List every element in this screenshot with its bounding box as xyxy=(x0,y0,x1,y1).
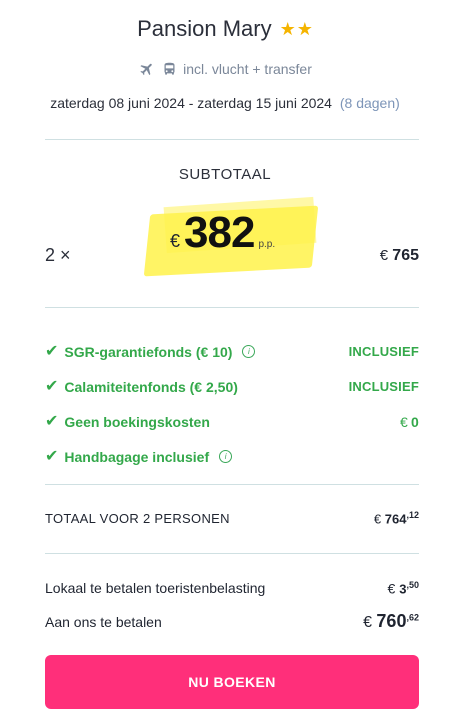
traveller-quantity: 2 × xyxy=(45,245,71,265)
tax-currency: € xyxy=(387,580,396,597)
feature-label: SGR-garantiefonds (€ 10) xyxy=(64,343,233,360)
star-rating: ★ ★ xyxy=(280,20,313,38)
total-currency: € xyxy=(373,511,382,527)
feature-calamiteitenfonds: ✔ Calamiteitenfonds (€ 2,50) INCLUSIEF xyxy=(45,369,419,404)
check-icon: ✔ xyxy=(45,412,59,430)
check-icon: ✔ xyxy=(45,342,59,360)
price-line: € 382 p.p. xyxy=(170,208,275,258)
check-icon: ✔ xyxy=(45,377,59,395)
pay-cents: 62 xyxy=(408,612,419,623)
airplane-icon xyxy=(138,61,156,77)
pay-value: € 760,62 xyxy=(363,611,419,631)
date-range: zaterdag 08 juni 2024 - zaterdag 15 juni… xyxy=(50,95,332,111)
total-label: TOTAAL VOOR 2 PERSONEN xyxy=(45,510,230,526)
book-now-button[interactable]: NU BOEKEN xyxy=(45,655,419,709)
booking-summary-card: Pansion Mary ★ ★ incl. vlucht + transfer… xyxy=(0,0,450,723)
divider xyxy=(45,484,419,485)
feature-currency: € xyxy=(400,413,408,430)
feature-label: Handbagage inclusief xyxy=(64,448,210,465)
subtotal-amount: € 765 xyxy=(380,247,419,265)
subtotal-heading: SUBTOTAAL xyxy=(178,166,272,183)
star-icon: ★ xyxy=(296,19,313,39)
divider xyxy=(45,553,419,554)
tax-label: Lokaal te betalen toeristenbelasting xyxy=(45,580,266,597)
divider xyxy=(45,139,419,140)
feature-booking-costs: ✔ Geen boekingskosten €0 xyxy=(45,404,419,439)
tourist-tax-row: Lokaal te betalen toeristenbelasting € 3… xyxy=(45,580,419,597)
feature-hand-luggage: ✔ Handbagage inclusief i xyxy=(45,439,419,474)
hotel-name: Pansion Mary xyxy=(137,16,272,41)
info-icon[interactable]: i xyxy=(242,345,256,358)
included-features-list: ✔ SGR-garantiefonds (€ 10) i INCLUSIEF ✔… xyxy=(45,334,419,474)
subtotal-currency: € xyxy=(379,247,389,264)
tax-value: € 3,50 xyxy=(387,580,419,597)
travel-label: incl. vlucht + transfer xyxy=(183,61,312,77)
star-icon: ★ xyxy=(279,19,296,39)
feature-label: Calamiteitenfonds (€ 2,50) xyxy=(64,378,238,395)
price-unit: p.p. xyxy=(258,239,276,250)
feature-amount: 0 xyxy=(411,413,419,430)
hotel-title-row: Pansion Mary ★ ★ xyxy=(0,16,450,42)
feature-value: €0 xyxy=(400,414,419,430)
tax-cents: 50 xyxy=(408,580,419,590)
feature-status: INCLUSIEF xyxy=(348,379,419,394)
travel-info: incl. vlucht + transfer xyxy=(0,61,450,77)
check-icon: ✔ xyxy=(45,447,59,465)
total-whole: 764 xyxy=(384,511,407,527)
bus-icon xyxy=(162,61,177,77)
trip-duration: (8 dagen) xyxy=(339,95,400,111)
info-icon[interactable]: i xyxy=(219,450,233,463)
feature-label: Geen boekingskosten xyxy=(64,413,210,430)
price-currency: € xyxy=(170,231,181,251)
price-per-person: € 382 p.p. xyxy=(143,196,335,288)
pay-label: Aan ons te betalen xyxy=(45,613,162,630)
total-row: TOTAAL VOOR 2 PERSONEN € 764,12 xyxy=(45,510,419,526)
travel-dates: zaterdag 08 juni 2024 - zaterdag 15 juni… xyxy=(0,95,450,111)
feature-sgr: ✔ SGR-garantiefonds (€ 10) i INCLUSIEF xyxy=(45,334,419,369)
pay-whole: 760 xyxy=(376,611,407,631)
feature-status: INCLUSIEF xyxy=(348,344,419,359)
price-amount: 382 xyxy=(184,208,255,257)
divider xyxy=(45,307,419,308)
total-cents: 12 xyxy=(408,510,419,520)
subtotal-value: 765 xyxy=(392,247,419,264)
amount-due-row: Aan ons te betalen € 760,62 xyxy=(45,611,419,632)
total-value: € 764,12 xyxy=(373,510,419,527)
pay-currency: € xyxy=(363,614,372,631)
